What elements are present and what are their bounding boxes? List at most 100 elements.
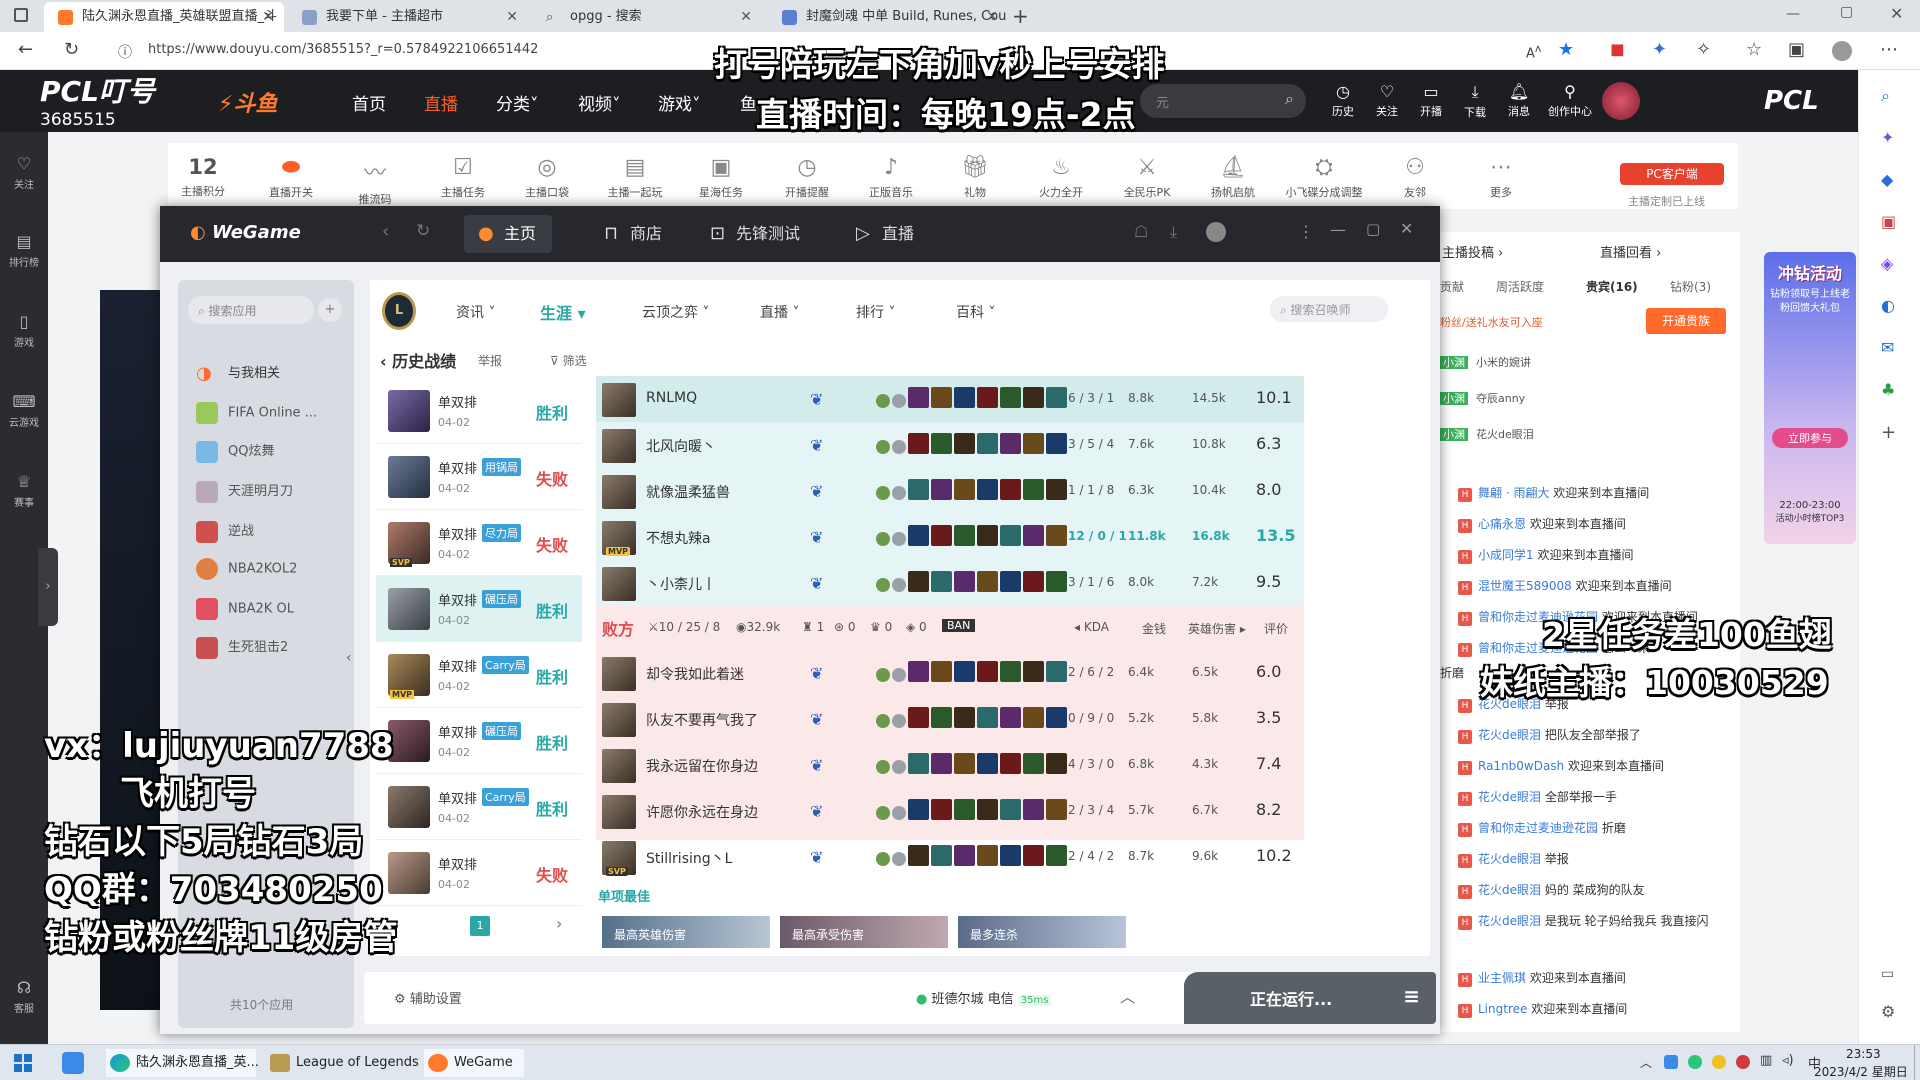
history-row[interactable]: SVP 单双排 尽力局 04-02 失败	[376, 510, 582, 576]
minimize-icon[interactable]: —	[1330, 220, 1346, 239]
puzzle-icon[interactable]: ✧	[1696, 39, 1711, 60]
tool-points[interactable]: 12 主播积分	[168, 155, 238, 199]
hamburger-icon[interactable]: ≡	[1403, 984, 1420, 1008]
download-icon[interactable]: ⤓	[1170, 222, 1177, 242]
header-search-input[interactable]: 元 ⌕	[1140, 84, 1306, 118]
follow-icon[interactable]: ♡ 关注	[1370, 82, 1404, 119]
expand-up-icon[interactable]: ︿	[1120, 986, 1135, 1007]
chat-tab-replay[interactable]: 直播回看 ›	[1600, 242, 1661, 261]
tool-sail[interactable]: ⛵︎ 扬帆启航	[1198, 155, 1268, 200]
read-aloud-icon[interactable]: Aʌ	[1526, 42, 1541, 61]
window-menu-icon[interactable]	[14, 8, 28, 22]
collections-icon[interactable]: ▣	[1788, 39, 1805, 60]
favorite-star-icon[interactable]: ★	[1558, 39, 1574, 60]
tool-star-task[interactable]: ▣ 星海任务	[686, 155, 756, 200]
search-icon[interactable]: ⌕	[1285, 89, 1294, 109]
tool-live-switch[interactable]: ⬬ 直播开关	[256, 155, 326, 200]
chat-bubble-icon[interactable]: ☖	[1134, 222, 1148, 241]
more-menu-icon[interactable]: ⋯	[1880, 39, 1898, 60]
page-info-icon[interactable]: ⓘ	[118, 42, 132, 62]
rail-match[interactable]: ♕ 赛事	[0, 472, 48, 509]
highlight-card[interactable]: 最高承受伤害	[780, 916, 948, 948]
player-row[interactable]: 队友不要再气我了 ❦ 0 / 9 / 0 5.2k 5.8k 3.5	[596, 696, 1304, 742]
history-row-selected[interactable]: 单双排 碾压局 04-02 胜利	[376, 576, 582, 642]
tool-ufo[interactable]: ⛭ 小飞碟分成调整	[1274, 155, 1374, 200]
tool-pk[interactable]: ⚔ 全民乐PK	[1112, 155, 1182, 200]
sidebar-item-nba2kol2[interactable]: NBA2KOL2	[196, 558, 297, 580]
start-live-icon[interactable]: ▭ 开播	[1414, 82, 1448, 119]
search-icon[interactable]: ⌕	[1881, 86, 1890, 106]
close-tab-icon[interactable]: ✕	[740, 2, 752, 32]
show-desktop-button[interactable]	[1914, 1045, 1920, 1080]
report-link[interactable]: 举报	[478, 352, 502, 369]
back-icon[interactable]: ‹	[382, 221, 389, 242]
nav-category[interactable]: 分类˅	[496, 90, 539, 115]
sidebar-item-qqx5[interactable]: QQ炫舞	[196, 440, 274, 463]
tray-app-icon[interactable]	[1688, 1055, 1702, 1069]
taskbar-item-lol[interactable]: League of Legends	[266, 1049, 419, 1077]
tool-neighbor[interactable]: ⚇ 友邻	[1380, 155, 1450, 200]
volume-icon[interactable]: ◃)	[1782, 1053, 1794, 1068]
maximize-icon[interactable]: ▢	[1366, 220, 1380, 238]
summoner-search-input[interactable]: ⌕ 搜索召唤师	[1270, 296, 1388, 322]
player-row[interactable]: 北风向暖丶 ❦ 3 / 5 / 4 7.6k 10.8k 6.3	[596, 422, 1304, 468]
tray-chevron-icon[interactable]: ︿	[1640, 1054, 1652, 1071]
tool-pocket[interactable]: ◎ 主播口袋	[512, 155, 582, 200]
browser-tab-order[interactable]: 我要下单 - 主播超市 ✕	[288, 2, 528, 32]
edge-icon[interactable]: ◐	[1881, 296, 1895, 315]
avatar[interactable]	[1206, 222, 1226, 242]
tool-gift[interactable]: 🎁︎ 礼物	[940, 155, 1010, 200]
category-rank[interactable]: 排行 ˅	[856, 302, 895, 322]
next-page-button[interactable]: ›	[556, 914, 562, 933]
pc-client-button[interactable]: PC客户端	[1620, 163, 1724, 185]
collapse-sidebar-button[interactable]: ‹	[346, 650, 352, 666]
wegame-logo[interactable]: ◐ WeGame	[190, 222, 301, 243]
taskbar-item-wegame[interactable]: WeGame	[424, 1049, 524, 1077]
settings-gear-icon[interactable]: ⚙	[1881, 1002, 1895, 1021]
wegame-tab-store[interactable]: ⊓ 商店	[590, 215, 678, 253]
tool-music[interactable]: ♪ 正版音乐	[856, 155, 926, 200]
category-news[interactable]: 资讯 ˅	[456, 302, 495, 322]
rail-cloud-game[interactable]: ⌨ 云游戏	[0, 392, 48, 429]
wegame-tab-live[interactable]: ▷ 直播	[842, 215, 930, 253]
promo-banner[interactable]: 冲钻活动 钻粉领取号上线老粉回馈大礼包 立即参与 22:00-23:00 活动小…	[1764, 252, 1856, 544]
outlook-icon[interactable]: ✉	[1881, 338, 1894, 357]
profile-avatar[interactable]	[1832, 41, 1852, 61]
server-status[interactable]: ● 班德尔城 电信 35ms	[916, 988, 1052, 1007]
rail-service[interactable]: ☊ 客服	[0, 978, 48, 1015]
browser-tab-douyu[interactable]: 陆久渊永恩直播_英雄联盟直播_斗 ✕	[44, 2, 284, 32]
new-tab-button[interactable]: +	[1012, 4, 1029, 28]
sidebar-item-fifa[interactable]: FIFA Online ...	[196, 402, 317, 424]
message-icon[interactable]: 🔔︎ 消息	[1502, 82, 1536, 119]
nav-fish[interactable]: 鱼	[740, 90, 757, 115]
browser-tab-opgg[interactable]: ⌕ opgg - 搜索 ✕	[532, 2, 762, 32]
player-row[interactable]: 丶小柰儿丨 ❦ 3 / 1 / 6 8.0k 7.2k 9.5	[596, 560, 1304, 606]
tray-app-icon[interactable]	[1712, 1055, 1726, 1069]
tag-icon[interactable]: ◆	[1881, 170, 1893, 189]
douyu-logo[interactable]: ⚡斗鱼	[218, 86, 277, 118]
sparkle-icon[interactable]: ✦	[1881, 128, 1894, 147]
tool-play-together[interactable]: ▤ 主播一起玩	[600, 155, 670, 200]
player-row[interactable]: 许愿你永远在身边 ❦ 2 / 3 / 4 5.7k 6.7k 8.2	[596, 788, 1304, 834]
player-row[interactable]: RNLMQ ❦ 6 / 3 / 1 8.8k 14.5k 10.1	[596, 376, 1304, 422]
close-tab-icon[interactable]: ✕	[262, 2, 274, 32]
sidebar-item-tianya[interactable]: 天涯明月刀	[196, 480, 293, 503]
open-vip-button[interactable]: 开通贵族	[1646, 308, 1726, 334]
tray-app-icon[interactable]	[1736, 1055, 1750, 1069]
subtab-diamond[interactable]: 钻粉(3)	[1670, 278, 1711, 295]
player-row[interactable]: 我永远留在你身边 ❦ 4 / 3 / 0 6.8k 4.3k 7.4	[596, 742, 1304, 788]
browser-tab-build[interactable]: 封魔剑魂 中单 Build, Runes, Cou ✕	[768, 2, 1008, 32]
player-row[interactable]: MVP 不想丸辣a ❦ 12 / 0 / 1 11.8k 16.8k 13.5	[596, 514, 1304, 560]
close-tab-icon[interactable]: ✕	[506, 2, 518, 32]
close-tab-icon[interactable]: ✕	[986, 2, 998, 32]
network-icon[interactable]: ▥	[1760, 1053, 1772, 1068]
nav-game[interactable]: 游戏˅	[658, 90, 701, 115]
tray-app-icon[interactable]	[1664, 1055, 1678, 1069]
history-row[interactable]: 单双排 Carry局 04-02 胜利	[376, 774, 582, 840]
nav-home[interactable]: 首页	[352, 90, 386, 115]
close-icon[interactable]: ✕	[1400, 219, 1413, 238]
taskbar-item-edge[interactable]: 陆久渊永恩直播_英...	[106, 1049, 259, 1077]
add-app-button[interactable]: +	[318, 298, 342, 322]
wegame-tab-home[interactable]: ● 主页	[464, 215, 553, 253]
history-row[interactable]: 单双排 用锅局 04-02 失败	[376, 444, 582, 510]
